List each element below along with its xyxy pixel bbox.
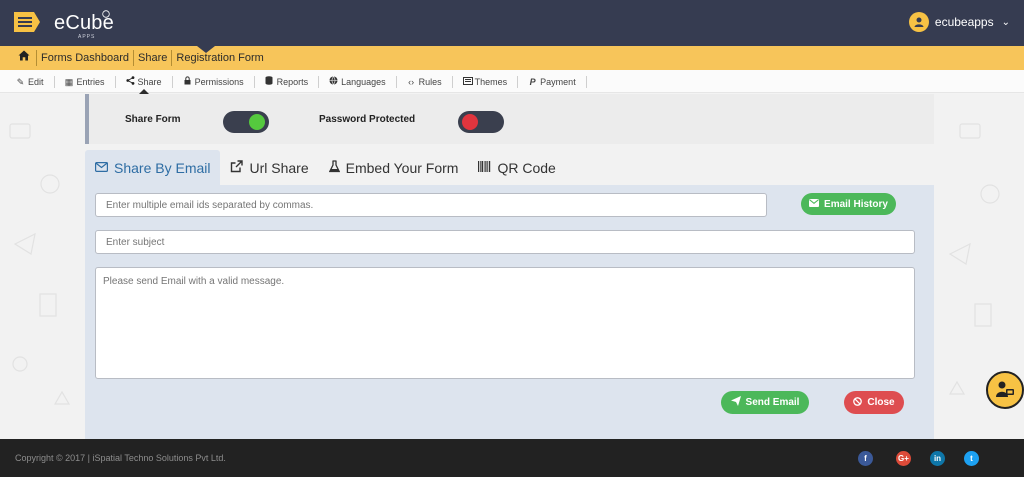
envelope-icon — [809, 198, 820, 210]
page-footer: Copyright © 2017 | iSpatial Techno Solut… — [0, 439, 1024, 477]
home-icon[interactable] — [14, 50, 37, 66]
submenu-themes[interactable]: Themes — [453, 75, 519, 88]
floating-support-button[interactable] — [986, 371, 1024, 409]
send-email-button[interactable]: Send Email — [721, 391, 809, 414]
top-header: eCube APPS ecubeapps ⌄ — [0, 0, 1024, 46]
submenu-entries[interactable]: ▦ Entries — [55, 75, 116, 88]
message-textarea[interactable] — [95, 267, 915, 379]
share-tabs: Share By Email Url Share Embed Your Form… — [85, 150, 934, 185]
email-history-button[interactable]: Email History — [801, 193, 896, 215]
email-ids-input[interactable] — [95, 193, 767, 217]
submenu-languages[interactable]: Languages — [319, 75, 397, 88]
form-submenu: ✎ Edit ▦ Entries Share Permissions Repor… — [0, 70, 1024, 94]
submenu-rules[interactable]: ‹› Rules — [397, 75, 453, 88]
share-form-toggle[interactable] — [223, 111, 269, 133]
submenu-permissions[interactable]: Permissions — [173, 75, 255, 88]
user-avatar-icon — [908, 12, 929, 32]
paper-plane-icon — [730, 396, 741, 409]
brand-subtitle: APPS — [78, 34, 96, 40]
username: ecubeapps — [934, 15, 994, 29]
registered-icon — [102, 10, 110, 18]
breadcrumb: Forms Dashboard Share Registration Form — [14, 46, 268, 70]
breadcrumb-forms-dashboard[interactable]: Forms Dashboard — [37, 50, 135, 66]
share-settings-panel: Share Form Password Protected — [85, 94, 934, 144]
envelope-icon — [95, 160, 109, 175]
google-plus-icon[interactable]: G+ — [896, 451, 911, 466]
submenu-edit[interactable]: ✎ Edit — [6, 75, 55, 88]
breadcrumb-bar: Forms Dashboard Share Registration Form — [0, 46, 1024, 70]
share-icon — [125, 75, 135, 88]
share-by-email-panel: Email History Send Email Close — [85, 185, 934, 439]
support-agent-icon — [996, 381, 1014, 397]
lock-icon — [183, 75, 192, 88]
submenu-payment[interactable]: P Payment — [518, 75, 587, 88]
tab-qr-code[interactable]: QR Code — [468, 150, 565, 185]
share-form-label: Share Form — [125, 114, 181, 125]
breadcrumb-share[interactable]: Share — [134, 50, 173, 66]
paypal-icon: P — [529, 76, 536, 87]
toggle-knob-off — [462, 114, 478, 130]
theme-icon — [462, 76, 473, 88]
linkedin-icon[interactable]: in — [930, 451, 945, 466]
breadcrumb-pointer — [197, 46, 215, 53]
flask-icon — [328, 159, 340, 176]
breadcrumb-registration-form: Registration Form — [176, 52, 264, 64]
twitter-icon[interactable]: t — [964, 451, 979, 466]
external-link-icon — [230, 159, 244, 176]
close-button[interactable]: Close — [844, 391, 904, 414]
table-icon: ▦ — [64, 76, 74, 87]
submenu-reports[interactable]: Reports — [255, 75, 320, 88]
database-icon — [265, 75, 274, 88]
ecube-logo[interactable]: eCube APPS — [10, 4, 114, 42]
edit-icon: ✎ — [16, 76, 25, 87]
tab-embed-your-form[interactable]: Embed Your Form — [319, 150, 469, 185]
subject-input[interactable] — [95, 230, 915, 254]
password-protected-label: Password Protected — [319, 114, 416, 125]
password-protected-toggle[interactable] — [458, 111, 504, 133]
code-icon: ‹› — [408, 76, 415, 87]
tab-url-share[interactable]: Url Share — [220, 150, 318, 185]
toggle-knob-on — [249, 114, 265, 130]
barcode-icon — [478, 160, 491, 175]
facebook-icon[interactable]: f — [858, 451, 873, 466]
ban-icon — [853, 396, 863, 409]
user-menu[interactable]: ecubeapps ⌄ — [908, 12, 1010, 32]
globe-icon — [329, 75, 338, 88]
chevron-down-icon: ⌄ — [1001, 16, 1010, 28]
tab-share-by-email[interactable]: Share By Email — [85, 150, 221, 185]
submenu-share[interactable]: Share — [116, 75, 173, 94]
copyright-text: Copyright © 2017 | iSpatial Techno Solut… — [15, 453, 226, 463]
ecube-logo-icon — [14, 12, 40, 32]
